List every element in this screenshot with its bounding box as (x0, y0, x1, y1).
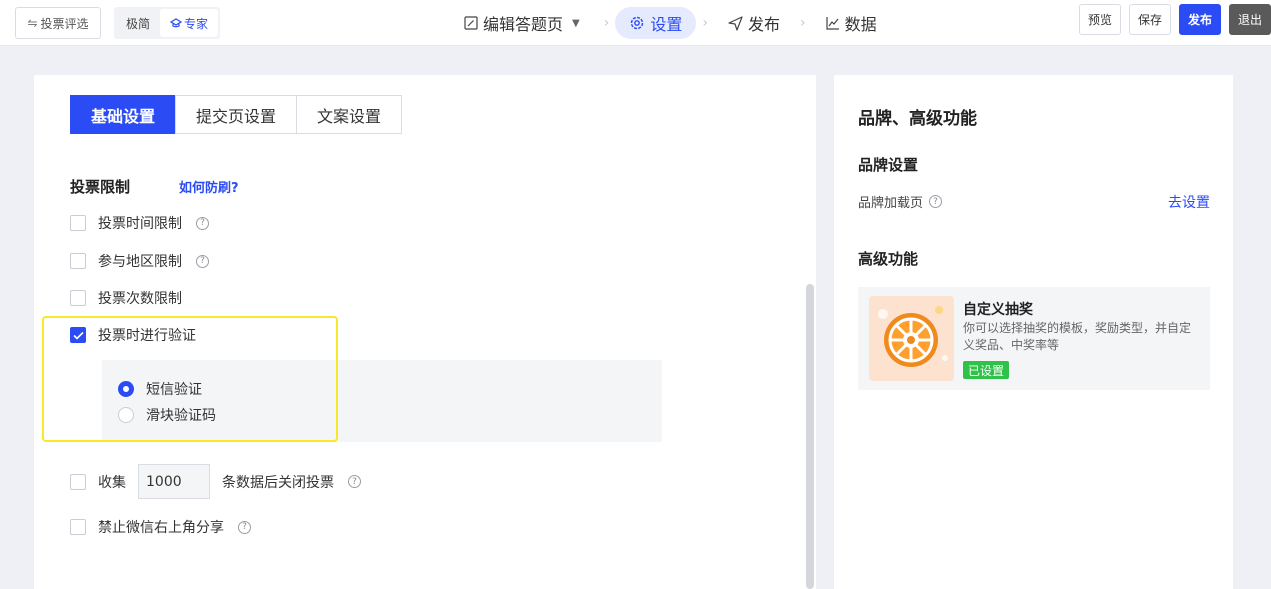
option-region-limit[interactable]: 参与地区限制 ? (70, 251, 209, 271)
option-time-limit[interactable]: 投票时间限制 ? (70, 213, 209, 233)
exit-button[interactable]: 退出 (1228, 4, 1271, 35)
step-edit-label: 编辑答题页 (483, 15, 564, 34)
settings-panel: 基础设置 提交页设置 文案设置 投票限制 如何防刷? 投票时间限制 ? 参与地区… (34, 75, 816, 589)
line-chart-icon (825, 17, 839, 30)
collect-count-input[interactable]: 1000 (138, 464, 210, 499)
collect-prefix: 收集 (98, 474, 126, 491)
section-title: 投票限制 (70, 178, 131, 196)
step-data-label: 数据 (844, 15, 877, 34)
chevron-right-icon: › (603, 15, 610, 31)
step-edit[interactable]: 编辑答题页 ▼ (450, 7, 598, 39)
back-button[interactable]: ⇋ 投票评选 (15, 7, 101, 39)
help-icon[interactable]: ? (348, 475, 361, 488)
scrollbar[interactable] (806, 284, 814, 589)
option-label: 投票时间限制 (98, 216, 182, 232)
card-title: 自定义抽奖 (963, 302, 1033, 318)
mode-switch: 极简 专家 (114, 7, 221, 39)
checkbox[interactable] (70, 473, 86, 490)
lottery-wheel-icon (869, 296, 954, 381)
checkbox[interactable] (70, 215, 86, 231)
status-badge: 已设置 (963, 361, 1010, 379)
tab-submit-page-settings[interactable]: 提交页设置 (175, 95, 298, 134)
step-settings-label: 设置 (650, 15, 683, 34)
option-label: 投票次数限制 (98, 291, 182, 307)
mode-simple[interactable]: 极简 (116, 9, 160, 37)
checkbox[interactable] (70, 253, 86, 269)
switch-arrows-icon: ⇋ (27, 16, 38, 30)
highlight-box (42, 316, 338, 442)
top-bar: ⇋ 投票评选 极简 专家 编辑答题页 ▼ › 设置 › 发布 › 数据 预览 保… (0, 0, 1271, 46)
save-button[interactable]: 保存 (1128, 4, 1171, 35)
lottery-feature-card[interactable]: 自定义抽奖 你可以选择抽奖的模板，奖励类型，并自定义奖品、中奖率等 已设置 (858, 287, 1210, 390)
mode-simple-label: 极简 (126, 16, 151, 31)
step-data[interactable]: 数据 (812, 7, 891, 39)
preview-button[interactable]: 预览 (1078, 4, 1121, 35)
chevron-right-icon: › (702, 15, 708, 31)
help-icon[interactable]: ? (196, 216, 209, 230)
collect-suffix: 条数据后关闭投票 (222, 474, 334, 491)
settings-tabs: 基础设置 提交页设置 文案设置 (70, 95, 403, 134)
card-description: 你可以选择抽奖的模板，奖励类型，并自定义奖品、中奖率等 (963, 321, 1192, 352)
tab-basic-settings[interactable]: 基础设置 (70, 95, 177, 134)
brand-loading-row: 品牌加载页 ? (858, 192, 943, 211)
step-settings[interactable]: 设置 (615, 7, 697, 39)
top-actions: 预览 保存 发布 退出 (1078, 4, 1271, 35)
option-label: 禁止微信右上角分享 (98, 520, 224, 536)
option-collect-limit[interactable]: 收集 1000 条数据后关闭投票 ? (70, 464, 361, 499)
brand-heading: 品牌设置 (858, 156, 919, 174)
step-publish[interactable]: 发布 (714, 7, 794, 39)
graduation-cap-icon (170, 18, 183, 28)
back-button-label: 投票评选 (40, 16, 89, 31)
caret-down-icon[interactable]: ▼ (572, 18, 580, 29)
send-icon (728, 15, 743, 31)
option-count-limit[interactable]: 投票次数限制 (70, 288, 182, 308)
brand-loading-label: 品牌加载页 (858, 196, 924, 211)
option-label: 参与地区限制 (98, 254, 182, 270)
gear-icon (631, 16, 644, 30)
edit-icon (464, 16, 478, 30)
option-disable-share[interactable]: 禁止微信右上角分享 ? (70, 517, 251, 537)
help-icon[interactable]: ? (238, 520, 251, 534)
checkbox[interactable] (70, 290, 86, 306)
checkbox[interactable] (70, 519, 86, 535)
panel-title: 品牌、高级功能 (858, 109, 977, 129)
step-nav: 编辑答题页 ▼ › 设置 › 发布 › 数据 (450, 6, 891, 40)
mode-expert-label: 专家 (184, 16, 209, 31)
go-settings-link[interactable]: 去设置 (1168, 192, 1210, 212)
tab-copy-settings[interactable]: 文案设置 (296, 95, 403, 134)
help-icon[interactable]: ? (929, 195, 943, 208)
brand-advanced-panel: 品牌、高级功能 品牌设置 品牌加载页 ? 去设置 高级功能 自定义抽奖 你可以选… (834, 75, 1233, 589)
advanced-heading: 高级功能 (858, 250, 919, 268)
mode-expert[interactable]: 专家 (160, 9, 219, 37)
step-publish-label: 发布 (747, 15, 780, 34)
publish-button[interactable]: 发布 (1178, 4, 1221, 35)
anti-fraud-link[interactable]: 如何防刷? (179, 177, 239, 196)
chevron-right-icon: › (799, 15, 806, 31)
help-icon[interactable]: ? (196, 254, 209, 268)
